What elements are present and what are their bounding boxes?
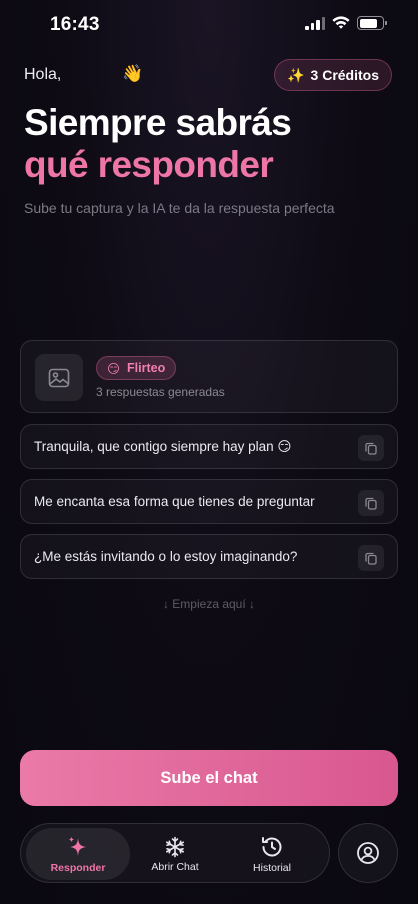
tab-label: Abrir Chat (151, 860, 199, 873)
reply-text: Tranquila, que contigo siempre hay plan … (34, 438, 292, 454)
page-subtitle: Sube tu captura y la IA te da la respues… (24, 200, 335, 216)
bottom-tab-bar: Responder Abrir Chat Historial (20, 823, 330, 883)
result-summary-card[interactable]: 😏 Flirteo 3 respuestas generadas (20, 340, 398, 413)
cellular-signal-icon (305, 16, 325, 30)
tab-label: Responder (50, 861, 106, 874)
status-time: 16:43 (50, 14, 100, 35)
reply-suggestion[interactable]: Tranquila, que contigo siempre hay plan … (20, 424, 398, 469)
copy-button[interactable] (358, 545, 384, 571)
reply-text: Me encanta esa forma que tienes de pregu… (34, 494, 315, 509)
responses-count: 3 respuestas generadas (96, 385, 225, 399)
greeting: Hola, 👋 (24, 64, 143, 84)
smirk-emoji-icon: 😏 (107, 361, 121, 376)
history-icon (262, 836, 282, 856)
title-line-2: qué responder (24, 144, 274, 185)
page-title: Siempre sabrás qué responder (24, 102, 292, 186)
tab-historial[interactable]: Historial (227, 828, 317, 880)
copy-icon (365, 442, 377, 455)
reply-suggestion[interactable]: Me encanta esa forma que tienes de pregu… (20, 479, 398, 524)
tone-label: Flirteo (127, 361, 166, 375)
copy-icon (365, 552, 377, 565)
upload-chat-button[interactable]: Sube el chat (20, 750, 398, 806)
sparkles-icon: ✨ (287, 66, 305, 83)
copy-icon (365, 497, 377, 510)
title-line-1: Siempre sabrás (24, 102, 292, 143)
reply-suggestion[interactable]: ¿Me estás invitando o lo estoy imaginand… (20, 534, 398, 579)
tab-responder[interactable]: Responder (26, 828, 130, 880)
screenshot-thumbnail[interactable] (35, 354, 83, 401)
credits-badge[interactable]: ✨ 3 Créditos (274, 59, 392, 91)
start-hint: ↓ Empieza aquí ↓ (162, 597, 256, 611)
status-bar: 16:43 (0, 0, 418, 50)
snowflake-icon (166, 836, 184, 857)
copy-button[interactable] (358, 490, 384, 516)
reply-text: ¿Me estás invitando o lo estoy imaginand… (34, 549, 298, 564)
tone-badge: 😏 Flirteo (96, 356, 177, 380)
greeting-text: Hola, (24, 66, 62, 83)
credits-label: 3 Créditos (310, 67, 379, 83)
battery-icon (357, 16, 387, 30)
wave-emoji-icon: 👋 (122, 64, 144, 83)
status-icons (305, 16, 387, 30)
profile-button[interactable] (338, 823, 398, 883)
user-circle-icon (357, 842, 379, 864)
tab-label: Historial (253, 861, 291, 874)
wifi-icon (332, 16, 350, 29)
sparkles-icon (68, 836, 86, 856)
copy-button[interactable] (358, 435, 384, 461)
image-icon (48, 368, 70, 387)
tab-abrir-chat[interactable]: Abrir Chat (133, 828, 217, 880)
